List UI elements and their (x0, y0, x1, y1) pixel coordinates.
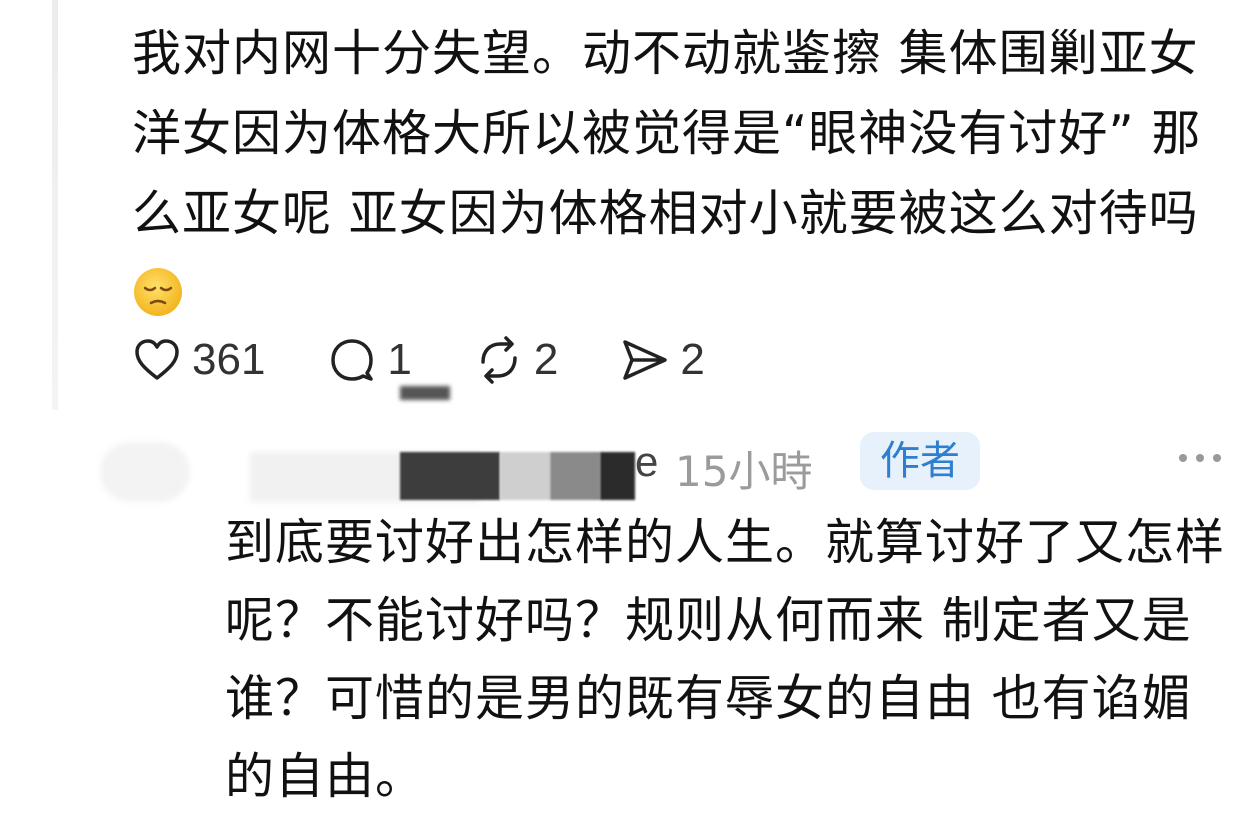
username[interactable]: e (635, 438, 658, 486)
post-body: 我对内网十分失望。动不动就鉴擦 集体围剿亚女 洋女因为体格大所以被觉得是“眼神没… (132, 14, 1242, 334)
reply-header: e 15小時 作者 (100, 432, 1250, 502)
post-actions: 361 1 2 2 (132, 330, 767, 390)
send-icon (623, 340, 668, 380)
username-pixelation (500, 452, 550, 500)
username-pixelation (550, 452, 600, 500)
author-badge: 作者 (860, 432, 980, 490)
comment-count: 1 (387, 335, 412, 384)
reply-body: 到底要讨好出怎样的人生。就算讨好了又怎样呢？不能讨好吗？规则从何而来 制定者又是… (225, 514, 1226, 805)
like-count: 361 (192, 335, 266, 384)
repost-count: 2 (533, 335, 559, 384)
like-button[interactable]: 361 (132, 335, 265, 385)
repost-icon (481, 336, 517, 384)
redaction-mark (400, 386, 450, 400)
share-button[interactable]: 2 (620, 335, 705, 385)
comment-bubble-icon (331, 339, 374, 381)
avatar[interactable] (100, 442, 190, 502)
pensive-face-emoji (134, 268, 182, 316)
username-pixelation (400, 452, 500, 500)
more-dots-icon[interactable] (1175, 450, 1225, 466)
reply-timestamp: 15小時 (675, 447, 813, 496)
thread-line (52, 0, 58, 410)
comment-button[interactable]: 1 (327, 335, 412, 385)
share-count: 2 (680, 335, 705, 384)
heart-icon (135, 339, 179, 380)
username-pixelation (600, 452, 635, 500)
repost-button[interactable]: 2 (474, 335, 558, 385)
post-text: 我对内网十分失望。动不动就鉴擦 集体围剿亚女 洋女因为体格大所以被觉得是“眼神没… (132, 25, 1202, 242)
